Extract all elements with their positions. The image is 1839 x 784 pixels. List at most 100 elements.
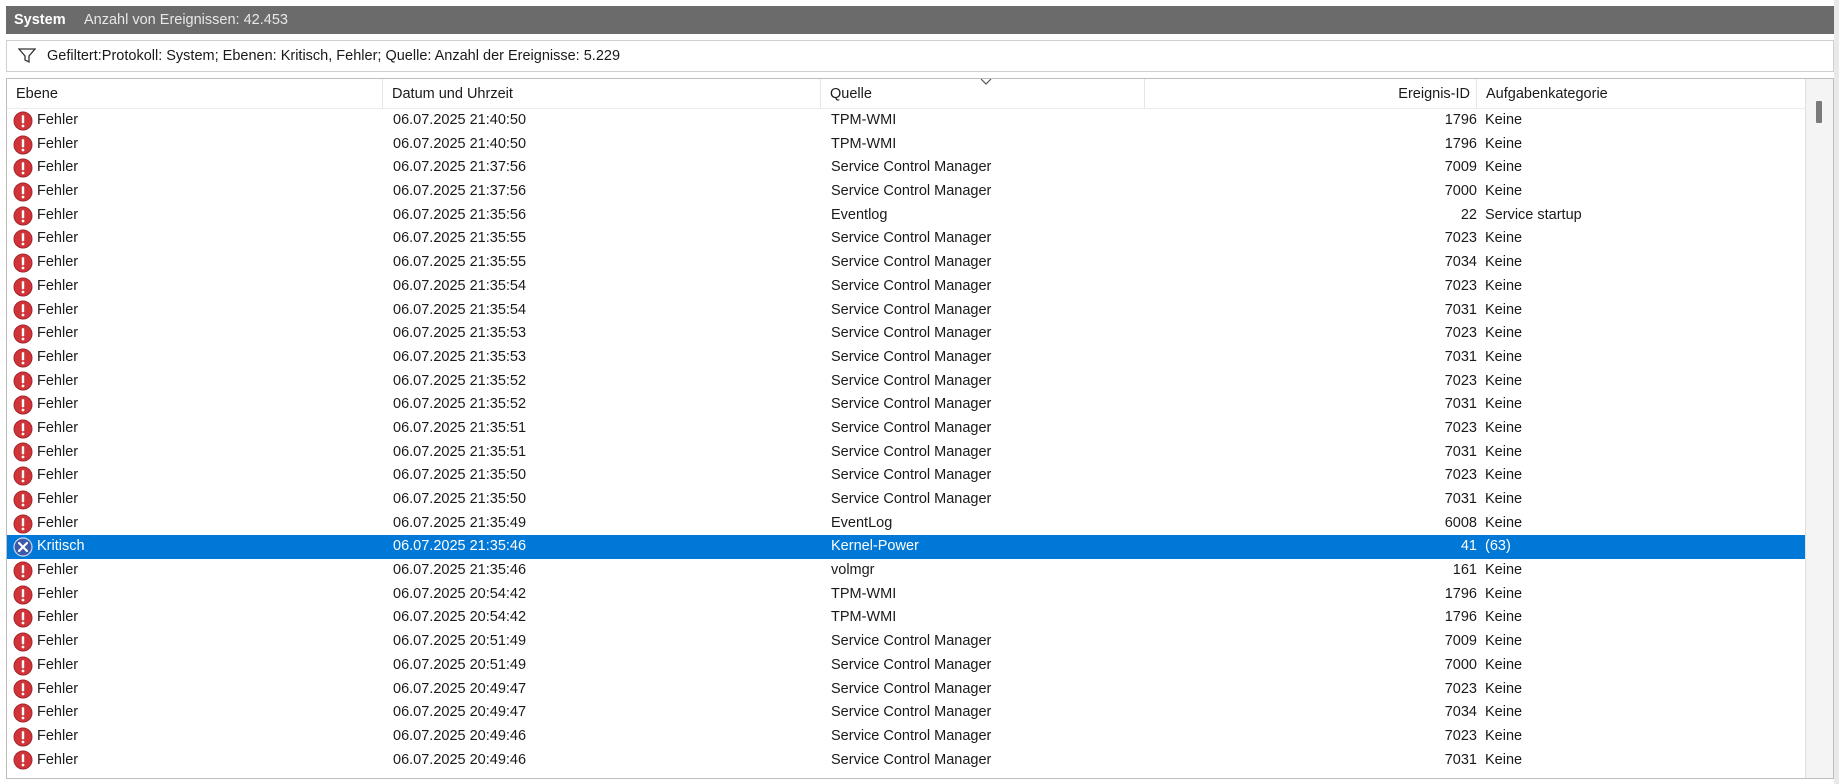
table-row[interactable]: Fehler 06.07.2025 21:35:54 Service Control… (7, 299, 1805, 323)
table-row[interactable]: Fehler 06.07.2025 21:35:49 EventLog 6008 Kei… (7, 512, 1805, 536)
event-source: Service Control Manager (831, 467, 992, 484)
event-date: 06.07.2025 21:35:53 (393, 348, 527, 365)
error-icon (13, 703, 37, 723)
table-row[interactable]: Fehler 06.07.2025 21:40:50 TPM-WMI 1796 Kein… (7, 133, 1805, 157)
table-row[interactable]: Fehler 06.07.2025 20:49:46 Service Control… (7, 749, 1805, 773)
event-category: Keine (1485, 301, 1523, 318)
event-level: Fehler (37, 159, 79, 176)
event-date: 06.07.2025 20:54:42 (393, 585, 527, 602)
error-icon (13, 608, 37, 628)
table-row[interactable]: Fehler 06.07.2025 20:49:46 Service Control… (7, 725, 1805, 749)
event-id: 7031 (1444, 396, 1477, 413)
column-header-date[interactable]: Datum und Uhrzeit (383, 79, 992, 109)
error-icon (13, 300, 37, 320)
event-level-cell: Fehler (13, 133, 383, 157)
event-category: Keine (1485, 396, 1523, 413)
error-icon (13, 442, 37, 462)
event-level: Fehler (37, 680, 79, 697)
vertical-scrollbar[interactable] (1805, 79, 1833, 778)
filter-icon[interactable] (7, 41, 47, 71)
column-header-event-id[interactable]: Ereignis-ID (1145, 79, 1477, 109)
event-id: 161 (1452, 562, 1477, 579)
event-category: Keine (1485, 585, 1523, 602)
filter-bar: Gefiltert:Protokoll: System; Ebenen: Kri… (6, 40, 1834, 72)
event-id: 7023 (1444, 230, 1477, 247)
table-row[interactable]: Fehler 06.07.2025 21:35:51 Service Control… (7, 441, 1805, 465)
error-icon (13, 206, 37, 226)
event-id: 7031 (1444, 443, 1477, 460)
event-id: 7023 (1444, 680, 1477, 697)
event-category: Keine (1485, 135, 1523, 152)
event-category: Keine (1485, 656, 1523, 673)
table-row[interactable]: Fehler 06.07.2025 20:49:47 Service Control… (7, 678, 1805, 702)
event-date: 06.07.2025 20:49:47 (393, 680, 527, 697)
table-row[interactable]: Fehler 06.07.2025 21:35:51 Service Control… (7, 417, 1805, 441)
event-source: EventLog (831, 514, 893, 531)
event-source: Service Control Manager (831, 254, 992, 271)
table-row[interactable]: Fehler 06.07.2025 21:35:52 Service Control… (7, 393, 1805, 417)
event-level: Fehler (37, 372, 79, 389)
column-header-category[interactable]: Aufgabenkategorie (1477, 79, 1805, 109)
column-header-date-label: Datum und Uhrzeit (392, 86, 513, 102)
event-level: Fehler (37, 230, 79, 247)
table-row[interactable]: Fehler 06.07.2025 21:35:55 Service Control… (7, 251, 1805, 275)
window-edge (1834, 0, 1839, 784)
column-header-level[interactable]: Ebene (7, 79, 383, 109)
event-source: Service Control Manager (831, 751, 992, 768)
table-row[interactable]: Fehler 06.07.2025 20:51:49 Service Control… (7, 630, 1805, 654)
event-level-cell: Fehler (13, 299, 383, 323)
error-icon (13, 277, 37, 297)
event-id: 7000 (1444, 183, 1477, 200)
error-icon (13, 514, 37, 534)
table-row[interactable]: Fehler 06.07.2025 21:35:53 Service Control… (7, 322, 1805, 346)
table-row[interactable]: Fehler 06.07.2025 21:37:56 Service Control… (7, 180, 1805, 204)
column-header-source[interactable]: Quelle (821, 79, 1145, 109)
table-row[interactable]: Fehler 06.07.2025 20:54:42 TPM-WMI 1796 Kein… (7, 606, 1805, 630)
event-id: 7000 (1444, 656, 1477, 673)
event-level-cell: Fehler (13, 227, 383, 251)
event-id: 7023 (1444, 467, 1477, 484)
event-date: 06.07.2025 20:49:47 (393, 704, 527, 721)
table-row[interactable]: Fehler 06.07.2025 20:54:42 TPM-WMI 1796 Kein… (7, 583, 1805, 607)
table-row[interactable]: Fehler 06.07.2025 21:35:56 Eventlog 22 Servi… (7, 204, 1805, 228)
log-name: System (14, 12, 66, 28)
event-date: 06.07.2025 21:35:52 (393, 372, 527, 389)
table-row[interactable]: Fehler 06.07.2025 21:37:56 Service Control… (7, 156, 1805, 180)
event-source: TPM-WMI (831, 112, 897, 128)
event-source: Service Control Manager (831, 419, 992, 436)
event-level: Fehler (37, 419, 79, 436)
event-source: TPM-WMI (831, 585, 897, 602)
event-category: Keine (1485, 419, 1523, 436)
event-level-cell: Fehler (13, 180, 383, 204)
event-category: Keine (1485, 112, 1523, 128)
event-date: 06.07.2025 20:54:42 (393, 609, 527, 626)
table-row[interactable]: Fehler 06.07.2025 21:35:54 Service Control… (7, 275, 1805, 299)
event-category: Keine (1485, 467, 1523, 484)
table-row[interactable]: Fehler 06.07.2025 20:49:47 Service Control… (7, 701, 1805, 725)
table-row[interactable]: Fehler 06.07.2025 20:51:49 Service Control… (7, 654, 1805, 678)
events-table: Ebene Datum und Uhrzeit Quelle Ereignis-… (6, 78, 1834, 779)
event-id: 1796 (1444, 112, 1477, 128)
table-row[interactable]: Fehler 06.07.2025 21:35:46 volmgr 161 Keine (7, 559, 1805, 583)
table-row[interactable]: Fehler 06.07.2025 21:35:50 Service Control… (7, 464, 1805, 488)
event-category: (63) (1485, 538, 1511, 555)
event-date: 06.07.2025 21:35:50 (393, 467, 527, 484)
event-id: 7034 (1444, 254, 1477, 271)
table-row[interactable]: Fehler 06.07.2025 21:35:53 Service Control… (7, 346, 1805, 370)
event-source: Service Control Manager (831, 301, 992, 318)
event-source: Service Control Manager (831, 159, 992, 176)
event-level-cell: Fehler (13, 441, 383, 465)
table-row-selected[interactable]: Kritisch 06.07.2025 21:35:46 Kernel-Power 4… (7, 535, 1805, 560)
table-row[interactable]: Fehler 06.07.2025 21:40:50 TPM-WMI 1796 Kein… (7, 109, 1805, 133)
table-row[interactable]: Fehler 06.07.2025 21:35:50 Service Control… (7, 488, 1805, 512)
event-id: 7023 (1444, 419, 1477, 436)
table-row[interactable]: Fehler 06.07.2025 21:35:52 Service Control… (7, 370, 1805, 394)
event-date: 06.07.2025 21:35:51 (393, 443, 527, 460)
event-id: 1796 (1444, 585, 1477, 602)
table-row[interactable]: Fehler 06.07.2025 21:35:55 Service Control… (7, 227, 1805, 251)
event-source: Service Control Manager (831, 348, 992, 365)
scrollbar-thumb[interactable] (1816, 101, 1822, 123)
event-category: Keine (1485, 704, 1523, 721)
critical-icon (13, 537, 37, 557)
error-icon (13, 656, 37, 676)
